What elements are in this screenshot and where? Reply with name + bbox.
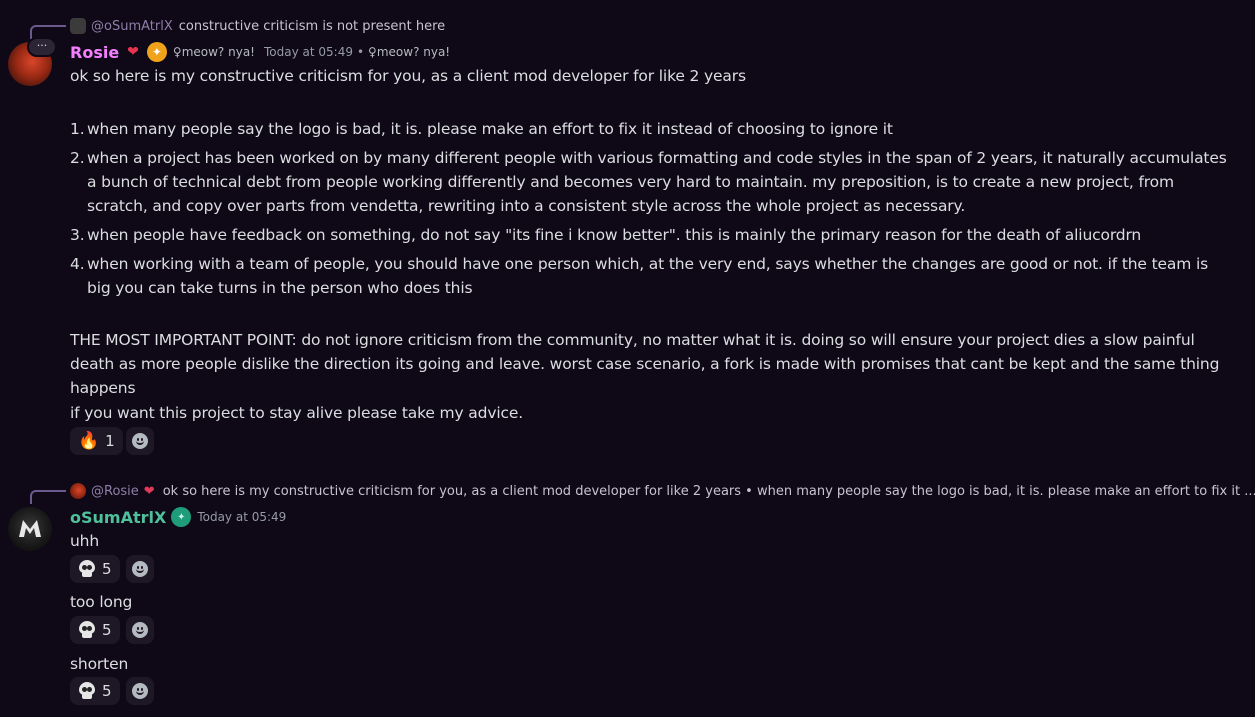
- message-header: oSumAtrlX ✦ Today at 05:49: [70, 507, 286, 527]
- reply-text[interactable]: ok so here is my constructive criticism …: [163, 484, 1255, 499]
- reaction-count: 5: [102, 621, 112, 639]
- username[interactable]: Rosie: [70, 43, 119, 62]
- username[interactable]: oSumAtrlX: [70, 508, 166, 527]
- reaction-count: 1: [105, 432, 115, 450]
- message-header: Rosie ❤ ✦ ♀meow? nya! Today at 05:49 • ♀…: [70, 42, 450, 62]
- reaction-skull[interactable]: 5: [70, 677, 120, 705]
- reaction-fire[interactable]: 🔥 1: [70, 427, 123, 455]
- skull-icon: [78, 621, 96, 639]
- smile-icon: [132, 561, 148, 577]
- clan-tag[interactable]: ♀meow? nya!: [173, 45, 255, 59]
- list-text: when many people say the logo is bad, it…: [87, 120, 893, 138]
- list-item: 2. when a project has been worked on by …: [70, 146, 1230, 218]
- skull-icon: [78, 560, 96, 578]
- smile-icon: [132, 683, 148, 699]
- list-number: 4.: [70, 255, 85, 273]
- add-reaction-button[interactable]: [126, 555, 154, 583]
- reply-avatar[interactable]: [70, 483, 86, 499]
- heart-role-icon: ❤: [127, 44, 139, 60]
- skull-icon: [78, 682, 96, 700]
- message-text: uhh: [70, 532, 100, 550]
- avatar[interactable]: [8, 507, 52, 551]
- chat-messages: @oSumAtrlX constructive criticism is not…: [0, 0, 1255, 717]
- list-item: 1. when many people say the logo is bad,…: [70, 117, 1230, 141]
- fire-icon: 🔥: [78, 431, 100, 451]
- message-text: too long: [70, 593, 133, 611]
- shield-icon: ✦: [171, 507, 192, 527]
- list-item: 3. when people have feedback on somethin…: [70, 223, 1230, 247]
- m-logo-icon: [19, 520, 41, 537]
- list-text: when working with a team of people, you …: [87, 255, 1209, 297]
- status-text: ♀meow? nya!: [368, 45, 451, 59]
- reply-preview[interactable]: @Rosie ❤ ok so here is my constructive c…: [70, 481, 1255, 501]
- separator: •: [356, 45, 365, 59]
- list-number: 2.: [70, 149, 85, 167]
- reaction-count: 5: [102, 682, 112, 700]
- add-reaction-button[interactable]: [126, 427, 154, 455]
- add-reaction-button[interactable]: [126, 616, 154, 644]
- list-item: 4. when working with a team of people, y…: [70, 252, 1230, 300]
- reaction-skull[interactable]: 5: [70, 616, 120, 644]
- heart-role-icon: ❤: [143, 483, 155, 499]
- list-text: when a project has been worked on by man…: [87, 149, 1227, 215]
- list-number: 1.: [70, 120, 85, 138]
- smile-icon: [132, 622, 148, 638]
- timestamp[interactable]: Today at 05:49: [264, 45, 353, 59]
- message-text: shorten: [70, 655, 129, 673]
- smile-icon: [132, 433, 148, 449]
- reply-avatar[interactable]: [70, 18, 86, 34]
- activity-badge: ···: [27, 37, 57, 57]
- list-text: when people have feedback on something, …: [87, 226, 1142, 244]
- list-number: 3.: [70, 226, 85, 244]
- reply-connector: [30, 490, 66, 504]
- message-text: ok so here is my constructive criticism …: [70, 67, 746, 85]
- reply-preview[interactable]: @oSumAtrlX constructive criticism is not…: [70, 16, 445, 36]
- reply-username[interactable]: @Rosie: [91, 484, 139, 499]
- important-paragraph: THE MOST IMPORTANT POINT: do not ignore …: [70, 331, 1220, 397]
- reaction-count: 5: [102, 560, 112, 578]
- closing-text: if you want this project to stay alive p…: [70, 404, 524, 422]
- boost-icon: ✦: [146, 42, 167, 62]
- reaction-skull[interactable]: 5: [70, 555, 120, 583]
- reply-username[interactable]: @oSumAtrlX: [91, 19, 173, 34]
- reply-text[interactable]: constructive criticism is not present he…: [179, 19, 445, 34]
- timestamp[interactable]: Today at 05:49: [197, 510, 286, 524]
- add-reaction-button[interactable]: [126, 677, 154, 705]
